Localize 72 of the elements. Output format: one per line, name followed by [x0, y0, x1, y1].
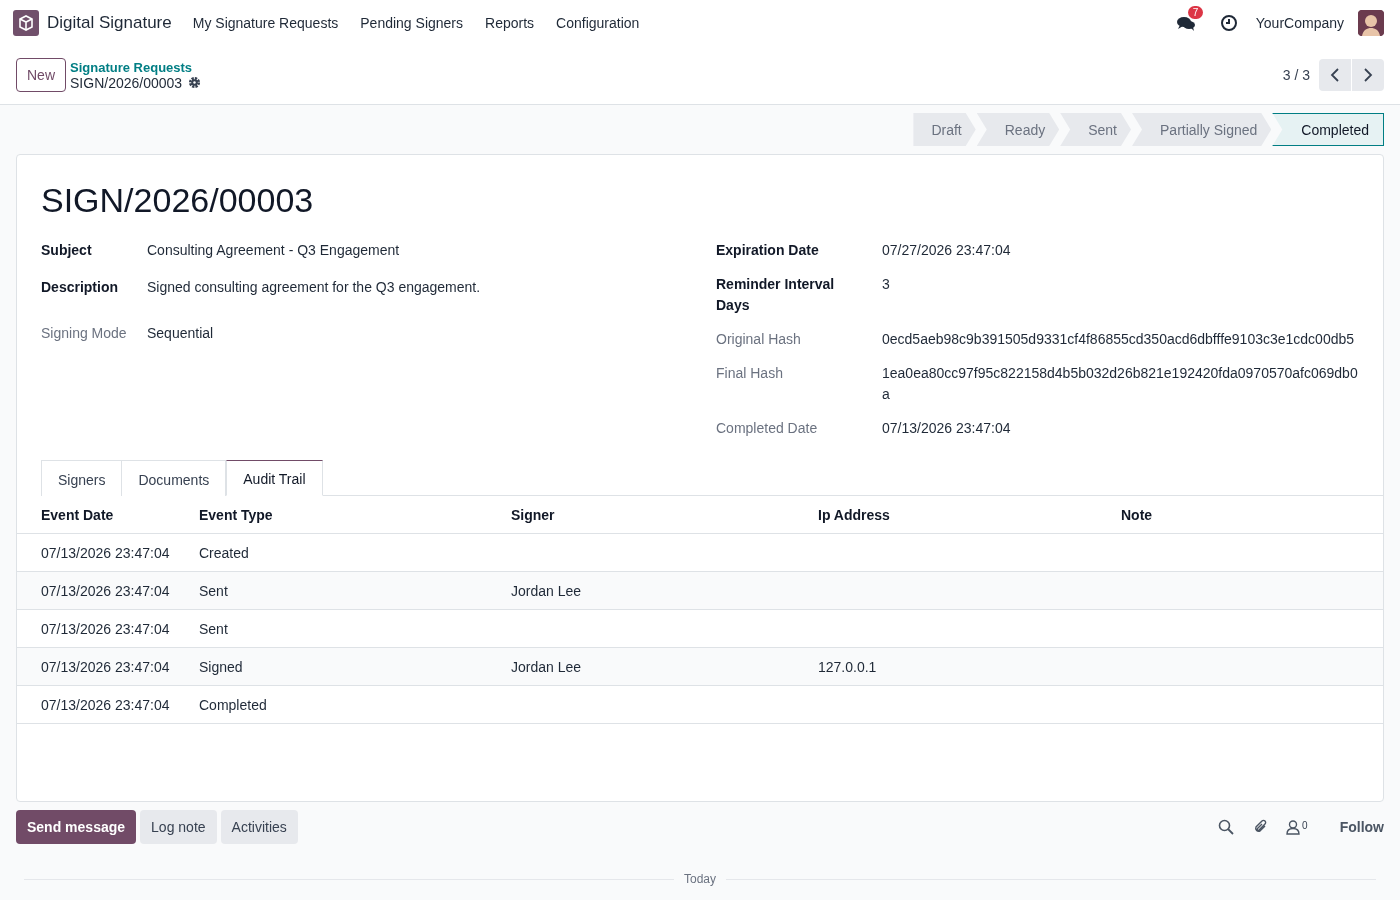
app-logo-icon[interactable]: [13, 10, 39, 36]
table-cell-text: Completed: [199, 696, 268, 713]
table-cell-text: 07/13/2026 23:47:04: [41, 658, 171, 675]
chevron-right-icon[interactable]: [1363, 68, 1373, 82]
tab[interactable]: Signers: [41, 460, 123, 496]
tab[interactable]: Audit Trail: [226, 460, 323, 496]
table-cell-text: 127.0.0.1: [818, 658, 878, 675]
avatar-icon[interactable]: [1358, 10, 1384, 36]
app-name[interactable]: Digital Signature: [47, 13, 172, 33]
record-name: SIGN/2026/00003: [70, 74, 183, 91]
breadcrumb-link[interactable]: Signature Requests: [70, 59, 202, 75]
field-label: Signing Mode: [41, 324, 128, 343]
company-name[interactable]: YourCompany: [1255, 15, 1344, 31]
status-stage[interactable]: Draft: [913, 113, 976, 146]
search-icon[interactable]: [1218, 819, 1235, 835]
clock-icon[interactable]: [1219, 14, 1238, 32]
date-separator: Today: [684, 872, 716, 886]
person-icon[interactable]: [1286, 819, 1301, 835]
table-cell-text: 07/13/2026 23:47:04: [41, 544, 171, 561]
field-value: Sequential: [147, 324, 215, 343]
field-label: Description: [41, 278, 119, 297]
table-cell-text: 07/13/2026 23:47:04: [41, 582, 171, 599]
field-value: Signed consulting agreement for the Q3 engagement.: [147, 278, 482, 297]
table-cell-text: Sent: [199, 582, 229, 599]
field-label: Subject: [41, 241, 93, 260]
field-value: 3: [882, 275, 891, 294]
field-value: 1ea0ea80cc97f95c822158d4b5b032d26b821e192420fda0970570afc069db0a: [882, 364, 1359, 404]
field-label: Final Hash: [716, 364, 784, 383]
field-value: 07/13/2026 23:47:04: [882, 419, 1012, 438]
field-label: Reminder Interval Days: [716, 275, 836, 315]
column-header[interactable]: Ip Address: [818, 506, 1121, 523]
column-header[interactable]: Event Date: [41, 506, 199, 523]
status-stage[interactable]: Partially Signed: [1132, 113, 1272, 146]
paperclip-icon[interactable]: [1252, 819, 1269, 835]
notification-badge: 7: [1187, 6, 1204, 19]
field-value: Consulting Agreement - Q3 Engagement: [147, 241, 401, 260]
table-cell-text: 07/13/2026 23:47:04: [41, 696, 171, 713]
column-header[interactable]: Event Type: [199, 506, 511, 523]
gear-icon[interactable]: [188, 76, 202, 89]
next-button[interactable]: [1352, 59, 1384, 91]
column-header[interactable]: Note: [1121, 506, 1359, 523]
column-header[interactable]: Signer: [511, 506, 818, 523]
status-stage[interactable]: Ready: [976, 113, 1060, 146]
table-cell-text: Signed: [199, 658, 244, 675]
menu-item[interactable]: My Signature Requests: [181, 9, 350, 37]
chatter-button[interactable]: Log note: [140, 810, 217, 844]
menu-item[interactable]: Reports: [474, 9, 546, 37]
menu-item[interactable]: Configuration: [545, 9, 651, 37]
status-stage[interactable]: Sent: [1060, 113, 1131, 146]
status-stage[interactable]: Completed: [1272, 113, 1384, 146]
record-title: SIGN/2026/00003: [41, 181, 315, 220]
field-label: Expiration Date: [716, 241, 820, 260]
chatter-button[interactable]: Send message: [16, 810, 137, 844]
follower-count: 0: [1302, 819, 1308, 831]
tab[interactable]: Documents: [122, 460, 227, 496]
chevron-left-icon[interactable]: [1330, 68, 1340, 82]
table-cell-text: Jordan Lee: [511, 658, 583, 675]
new-button[interactable]: New: [16, 58, 66, 92]
follow-button[interactable]: Follow: [1339, 819, 1384, 835]
chatter-button[interactable]: Activities: [220, 810, 298, 844]
field-label: Completed Date: [716, 419, 819, 438]
pager-value: 3 / 3: [1282, 67, 1310, 83]
field-value: 07/27/2026 23:47:04: [882, 241, 1012, 260]
table-cell-text: Sent: [199, 620, 229, 637]
field-value: 0ecd5aeb98c9b391505d9331cf4f86855cd350acd6dbfffe9103c3e1cdc00db5: [882, 330, 1356, 349]
field-label: Original Hash: [716, 330, 802, 349]
table-cell-text: 07/13/2026 23:47:04: [41, 620, 171, 637]
menu-item[interactable]: Pending Signers: [349, 9, 475, 37]
table-cell-text: Jordan Lee: [511, 582, 583, 599]
chat-bubbles-icon[interactable]: [1175, 14, 1196, 32]
table-cell-text: Created: [199, 544, 250, 561]
previous-button[interactable]: [1319, 59, 1351, 91]
